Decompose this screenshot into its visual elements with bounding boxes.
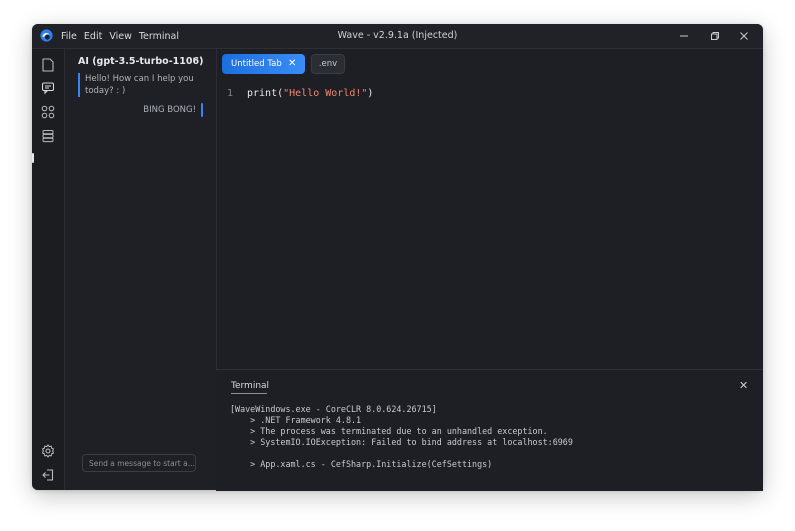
tab-untitled[interactable]: Untitled Tab ✕ [222, 54, 305, 74]
tab-close-icon[interactable]: ✕ [288, 54, 296, 74]
menu-edit[interactable]: Edit [84, 31, 102, 42]
ai-model-title: AI (gpt-3.5-turbo-1106) [78, 56, 204, 67]
terminal-line: [WaveWindows.exe - CoreCLR 8.0.624.26715… [230, 404, 437, 414]
terminal-line: > The process was terminated due to an u… [230, 426, 548, 436]
terminal-line: > .NET Framework 4.8.1 [230, 415, 362, 425]
user-message: BING BONG! [143, 105, 196, 115]
chat-message-input[interactable] [82, 454, 196, 472]
minimize-button[interactable] [669, 24, 699, 48]
activity-bar [32, 49, 65, 490]
code-paren: ) [367, 88, 374, 99]
code-string: "Hello World!" [283, 88, 368, 99]
terminal-title[interactable]: Terminal [231, 381, 269, 391]
ai-message: Hello! How can I help you today? : ) [78, 73, 197, 97]
settings-icon[interactable] [41, 444, 55, 458]
close-button[interactable] [729, 24, 759, 48]
menu-terminal[interactable]: Terminal [139, 31, 179, 42]
grid-icon[interactable] [41, 105, 55, 119]
tab-untitled-label: Untitled Tab [231, 59, 282, 69]
close-icon [740, 32, 748, 40]
terminal-panel: Terminal ✕ [WaveWindows.exe - CoreCLR 8.… [216, 369, 763, 491]
code-function: print( [247, 88, 284, 99]
minimize-icon [680, 35, 688, 37]
ai-more-menu-button[interactable]: ··· [192, 52, 203, 65]
logout-icon[interactable] [41, 468, 55, 482]
restore-button[interactable] [700, 24, 730, 48]
terminal-line: > App.xaml.cs - CefSharp.Initialize(CefS… [230, 459, 493, 469]
terminal-tab-underline [231, 393, 267, 394]
user-message-bar [201, 103, 203, 117]
title-bar: File Edit View Terminal Wave - v2.9.1a (… [32, 24, 763, 49]
tab-env-label: .env [318, 59, 338, 69]
activity-active-indicator [32, 153, 34, 163]
wave-logo-icon [40, 29, 53, 42]
chat-icon[interactable] [41, 81, 55, 95]
file-icon[interactable] [41, 58, 55, 72]
code-line-1[interactable]: print("Hello World!") [247, 88, 373, 99]
terminal-line: > SystemIO.IOException: Failed to bind a… [230, 437, 573, 447]
tab-env[interactable]: .env [311, 54, 345, 74]
menu-bar: File Edit View Terminal [61, 24, 186, 48]
line-number: 1 [227, 88, 234, 99]
menu-view[interactable]: View [109, 31, 132, 42]
restore-icon [711, 32, 719, 40]
terminal-close-icon[interactable]: ✕ [739, 379, 748, 392]
menu-file[interactable]: File [61, 31, 77, 42]
database-icon[interactable] [41, 129, 55, 143]
